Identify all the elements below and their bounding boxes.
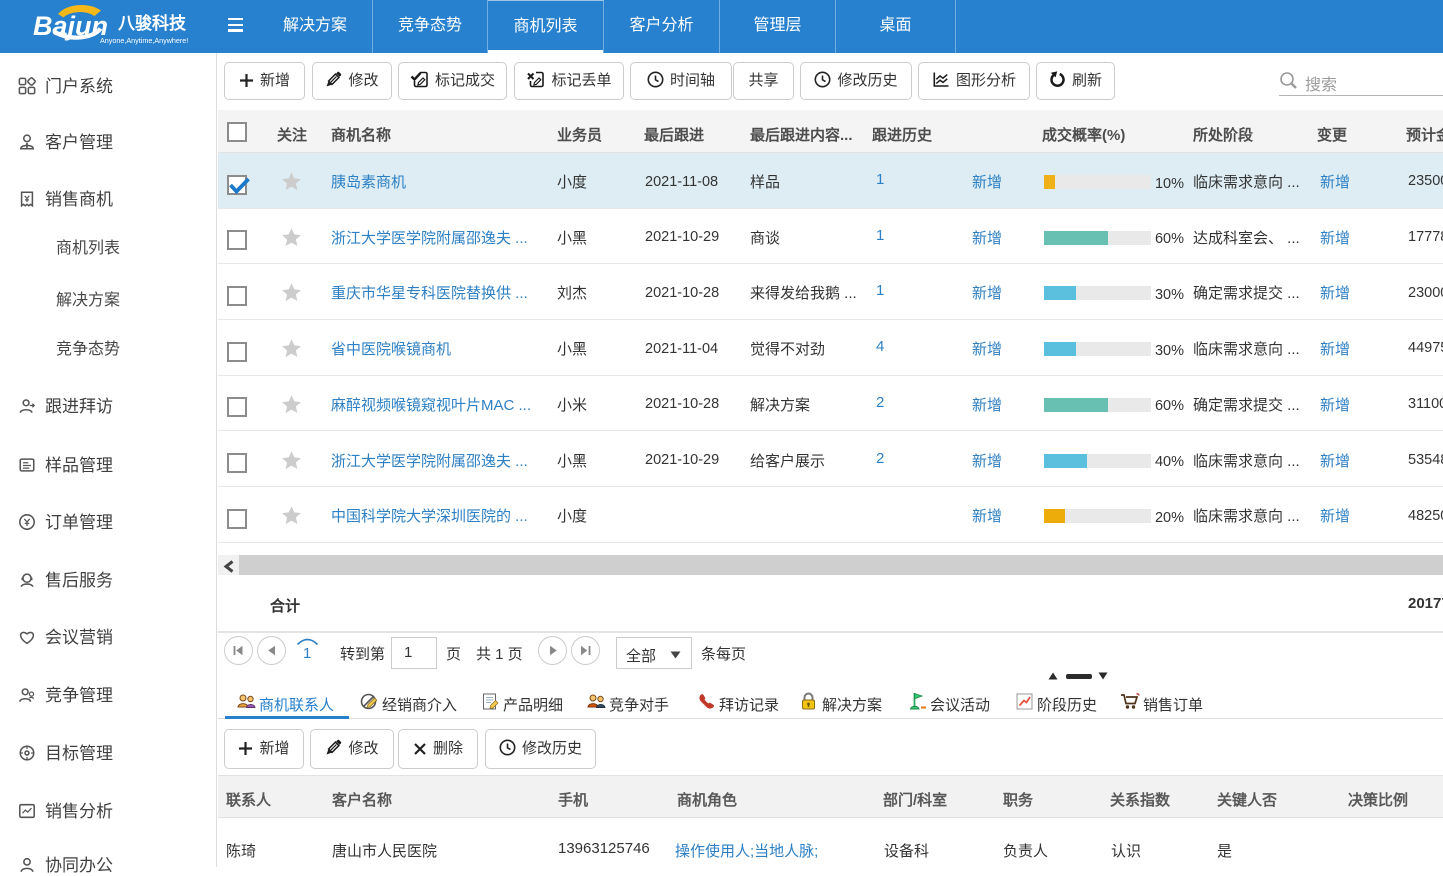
svg-text:Anyone,Anytime,Anywhere!: Anyone,Anytime,Anywhere! <box>100 36 188 45</box>
svg-text:Bajun: Bajun <box>33 11 108 41</box>
svg-text:八骏科技: 八骏科技 <box>118 13 187 33</box>
